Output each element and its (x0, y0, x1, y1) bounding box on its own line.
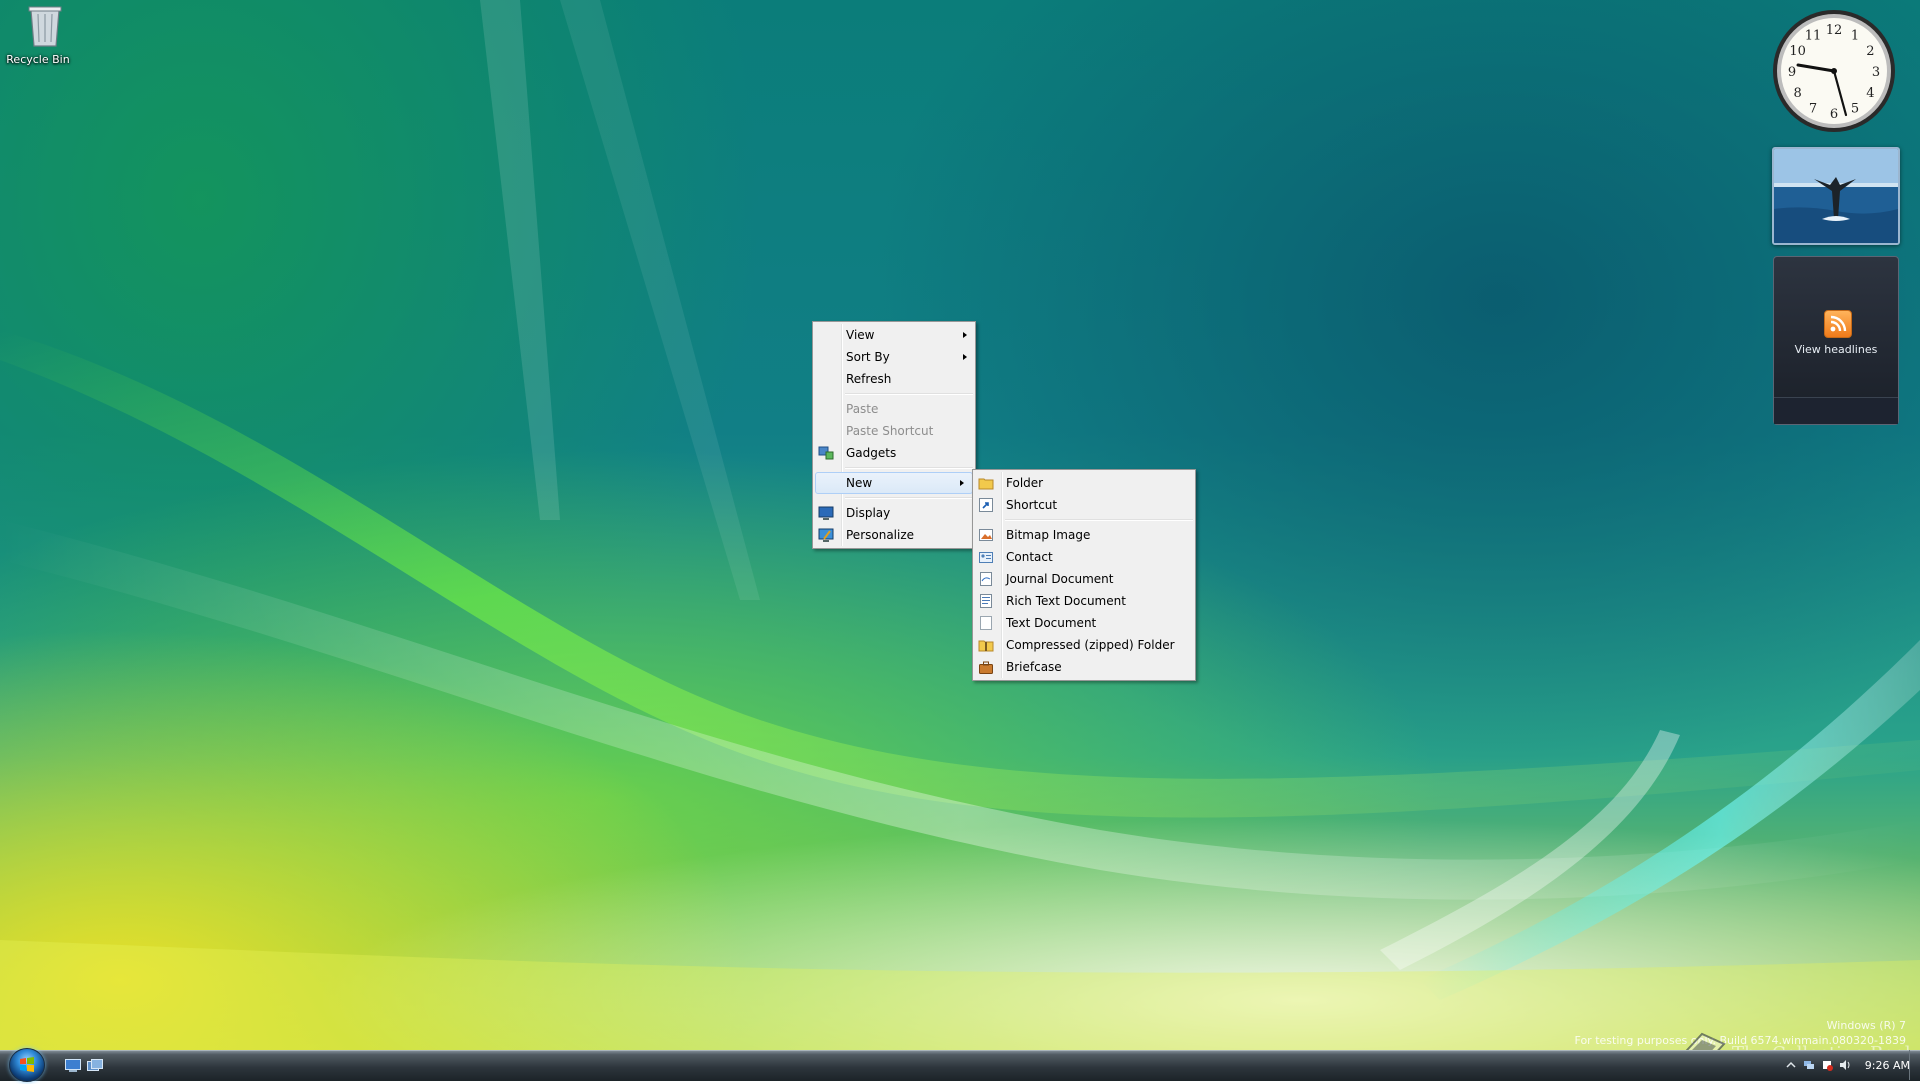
whale-tail-photo (1774, 149, 1898, 243)
menu-item-label: Journal Document (1006, 572, 1114, 586)
feed-gadget-footer (1774, 397, 1898, 424)
menu-item-label: Bitmap Image (1006, 528, 1091, 542)
feed-headlines-gadget[interactable]: View headlines (1773, 256, 1899, 425)
taskbar-clock[interactable]: 9:26 AM (1865, 1059, 1910, 1072)
display-icon (818, 505, 834, 521)
submenu-arrow-icon (960, 480, 964, 486)
text-document-icon (978, 615, 994, 631)
clock-numeral: 2 (1866, 44, 1874, 59)
taskbar (0, 1050, 1920, 1081)
new-submenu-item-journal-document[interactable]: Journal Document (973, 568, 1195, 590)
new-submenu-item-folder[interactable]: Folder (973, 472, 1195, 494)
clock-numeral: 7 (1809, 101, 1817, 116)
shortcut-icon (978, 497, 994, 513)
show-desktop-button[interactable] (1909, 1050, 1920, 1080)
new-submenu-item-compressed-zipped-folder[interactable]: Compressed (zipped) Folder (973, 634, 1195, 656)
gadgets-icon (818, 445, 834, 461)
context-menu-item-view[interactable]: View (813, 324, 975, 346)
rss-icon (1824, 310, 1852, 338)
clock-gadget[interactable]: 12 12 3 45678 9 1011 (1771, 8, 1897, 134)
clock-numeral: 10 (1789, 44, 1806, 59)
watermark-os: Windows (R) 7 (1826, 1019, 1906, 1032)
menu-separator (845, 393, 973, 395)
contact-icon (978, 549, 994, 565)
desktop-icon-recycle-bin[interactable]: Recycle Bin (4, 2, 72, 66)
windows-logo-icon (20, 1057, 34, 1072)
clock-numeral: 5 (1851, 101, 1859, 116)
new-submenu-item-text-document[interactable]: Text Document (973, 612, 1195, 634)
submenu-arrow-icon (963, 332, 967, 338)
rich-text-document-icon (978, 593, 994, 609)
menu-separator (845, 497, 973, 499)
briefcase-icon (978, 659, 994, 675)
menu-item-label: Gadgets (846, 446, 897, 460)
menu-item-label: Personalize (846, 528, 915, 542)
menu-item-label: Sort By (846, 350, 890, 364)
volume-icon[interactable] (1839, 1059, 1851, 1071)
context-menu-item-paste: Paste (813, 398, 975, 420)
context-menu-item-gadgets[interactable]: Gadgets (813, 442, 975, 464)
clock-numeral: 4 (1866, 86, 1874, 101)
notification-area: 9:26 AM (1785, 1050, 1910, 1080)
clock-numeral: 1 (1851, 29, 1859, 44)
menu-item-label: View (846, 328, 875, 342)
context-menu-item-paste-shortcut: Paste Shortcut (813, 420, 975, 442)
new-submenu-item-rich-text-document[interactable]: Rich Text Document (973, 590, 1195, 612)
recycle-bin-icon (28, 6, 62, 47)
new-submenu-item-contact[interactable]: Contact (973, 546, 1195, 568)
submenu-arrow-icon (963, 354, 967, 360)
folder-icon (978, 475, 994, 491)
network-icon[interactable] (1803, 1059, 1815, 1071)
desktop-context-menu: View Sort By Refresh Paste Paste Shortcut Gad… (812, 321, 976, 549)
menu-item-label: New (846, 476, 873, 490)
clock-numeral: 6 (1830, 107, 1838, 122)
journal-document-icon (978, 571, 994, 587)
context-menu-item-personalize[interactable]: Personalize (813, 524, 975, 546)
view-headlines-label: View headlines (1794, 343, 1878, 356)
recycle-bin-label: Recycle Bin (6, 53, 70, 66)
clock-numeral: 9 (1788, 65, 1796, 80)
bitmap-image-icon (978, 527, 994, 543)
clock-numeral: 12 (1826, 23, 1843, 38)
clock-numeral: 11 (1805, 29, 1822, 44)
new-submenu: Folder Shortcut Bitmap Image Contact Journal… (972, 469, 1196, 681)
new-submenu-item-shortcut[interactable]: Shortcut (973, 494, 1195, 516)
clock-numeral: 8 (1793, 86, 1801, 101)
menu-item-label: Compressed (zipped) Folder (1006, 638, 1175, 652)
context-menu-item-display[interactable]: Display (813, 502, 975, 524)
menu-item-label: Rich Text Document (1006, 594, 1126, 608)
start-button[interactable] (9, 1048, 45, 1082)
menu-item-label: Paste (846, 402, 879, 416)
menu-item-label: Contact (1006, 550, 1053, 564)
tray-expand-icon[interactable] (1785, 1059, 1797, 1071)
menu-item-label: Briefcase (1006, 660, 1062, 674)
menu-item-label: Display (846, 506, 891, 520)
action-center-icon[interactable] (1821, 1059, 1833, 1071)
menu-item-label: Folder (1006, 476, 1044, 490)
switch-windows-icon[interactable] (87, 1059, 103, 1072)
zip-folder-icon (978, 637, 994, 653)
show-desktop-icon[interactable] (65, 1059, 81, 1072)
menu-item-label: Shortcut (1006, 498, 1058, 512)
menu-item-label: Text Document (1006, 616, 1097, 630)
menu-item-label: Refresh (846, 372, 892, 386)
new-submenu-item-bitmap-image[interactable]: Bitmap Image (973, 524, 1195, 546)
personalize-icon (818, 527, 834, 543)
context-menu-item-sort-by[interactable]: Sort By (813, 346, 975, 368)
clock-numeral: 3 (1872, 65, 1880, 80)
menu-item-label: Paste Shortcut (846, 424, 934, 438)
context-menu-item-refresh[interactable]: Refresh (813, 368, 975, 390)
context-menu-item-new[interactable]: New (815, 472, 973, 494)
new-submenu-item-briefcase[interactable]: Briefcase (973, 656, 1195, 678)
menu-separator (1005, 519, 1193, 521)
menu-separator (845, 467, 973, 469)
slideshow-gadget[interactable] (1772, 147, 1900, 245)
